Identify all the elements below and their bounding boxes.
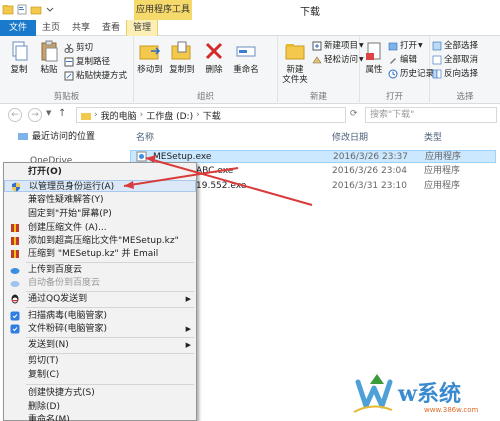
annotation-arrow	[145, 157, 313, 206]
watermark-logo: w系统 www.386w.com	[352, 372, 498, 418]
watermark-text: w系统	[398, 381, 461, 407]
annotation-arrows	[123, 155, 313, 206]
watermark-url: www.386w.com	[424, 406, 479, 414]
explorer-window: 应用程序工具 下载 文件 主页 共享 查看 管理 复制 粘贴 剪切 复制路径 粘…	[0, 0, 500, 421]
annotation-arrow	[123, 167, 239, 187]
